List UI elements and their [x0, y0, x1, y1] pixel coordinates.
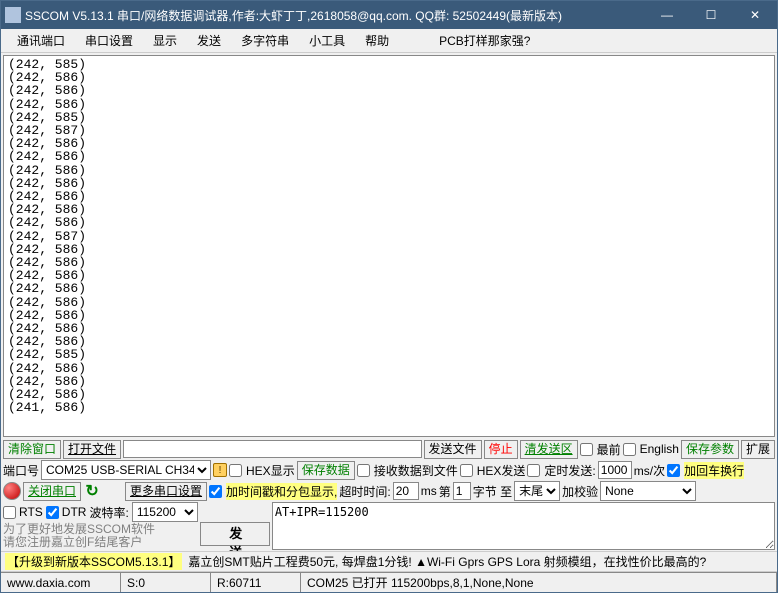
status-site[interactable]: www.daxia.com [1, 573, 121, 592]
rts-checkbox[interactable] [3, 506, 16, 519]
interval-input[interactable] [598, 461, 632, 479]
topmost-checkbox[interactable] [580, 443, 593, 456]
topmost-label: 最前 [597, 441, 621, 458]
timeout-input[interactable] [393, 482, 419, 500]
port-label: 端口号 [3, 462, 39, 479]
more-settings-button[interactable]: 更多串口设置 [125, 482, 207, 501]
refresh-icon[interactable]: ↻ [83, 482, 101, 500]
promo-ad-text: 嘉立创SMT贴片工程费50元, 每焊盘1分钱! ▲Wi-Fi Gprs GPS … [188, 553, 706, 570]
status-conn: COM25 已打开 115200bps,8,1,None,None [301, 573, 777, 592]
stop-button[interactable]: 停止 [484, 440, 518, 459]
menu-comm-port[interactable]: 通讯端口 [7, 30, 75, 51]
titlebar: SSCOM V5.13.1 串口/网络数据调试器,作者:大虾丁丁,2618058… [1, 1, 777, 29]
menu-pcb-ad[interactable]: PCB打样那家强? [429, 30, 540, 51]
timed-send-label: 定时发送: [544, 462, 595, 479]
baud-select[interactable]: 115200 [132, 502, 198, 522]
timeout-unit: ms [421, 484, 437, 498]
port-select[interactable]: COM25 USB-SERIAL CH340 [41, 460, 211, 480]
dtr-label: DTR [62, 505, 87, 519]
english-checkbox[interactable] [623, 443, 636, 456]
interval-unit: ms/次 [634, 462, 665, 479]
send-button[interactable]: 发 送 [200, 522, 270, 546]
output-text: (242, 585) (242, 586) (242, 586) (242, 5… [8, 57, 86, 415]
send-file-button[interactable]: 发送文件 [424, 440, 482, 459]
menu-help[interactable]: 帮助 [355, 30, 399, 51]
check-label: 加校验 [562, 483, 598, 500]
timeout-label: 超时时间: [339, 483, 390, 500]
crlf-checkbox[interactable] [667, 464, 680, 477]
menu-port-settings[interactable]: 串口设置 [75, 30, 143, 51]
clear-send-button[interactable]: 清发送区 [520, 440, 578, 459]
end-select[interactable]: 末尾 [514, 481, 560, 501]
command-input[interactable] [272, 502, 775, 550]
output-area[interactable]: (242, 585) (242, 586) (242, 586) (242, 5… [3, 55, 775, 437]
menubar: 通讯端口 串口设置 显示 发送 多字符串 小工具 帮助 PCB打样那家强? [1, 29, 777, 53]
save-data-button[interactable]: 保存数据 [297, 461, 355, 480]
baud-label: 波特率: [89, 504, 128, 521]
maximize-button[interactable]: ☐ [689, 1, 733, 29]
status-recv: R:60711 [211, 573, 301, 592]
window-title: SSCOM V5.13.1 串口/网络数据调试器,作者:大虾丁丁,2618058… [25, 7, 645, 24]
warn-icon: ! [213, 463, 227, 477]
timestamp-label: 加时间戳和分包显示, [226, 483, 337, 500]
check-select[interactable]: None [600, 481, 696, 501]
hex-show-label: HEX显示 [246, 462, 295, 479]
file-path-input[interactable] [123, 440, 422, 458]
promo-text-2: 请您注册嘉立创F结尾客户 [3, 536, 198, 549]
nth-unit: 字节 至 [473, 483, 512, 500]
nth-label: 第 [439, 483, 451, 500]
app-icon [5, 7, 21, 23]
nth-input[interactable] [453, 482, 471, 500]
upgrade-tag[interactable]: 【升级到新版本SSCOM5.13.1】 [5, 553, 182, 570]
hex-show-checkbox[interactable] [229, 464, 242, 477]
menu-tools[interactable]: 小工具 [299, 30, 355, 51]
menu-multi-string[interactable]: 多字符串 [231, 30, 299, 51]
close-button[interactable]: ✕ [733, 1, 777, 29]
status-sent: S:0 [121, 573, 211, 592]
extend-button[interactable]: 扩展 [741, 440, 775, 459]
promo-bar: 【升级到新版本SSCOM5.13.1】 嘉立创SMT贴片工程费50元, 每焊盘1… [1, 551, 777, 572]
rts-label: RTS [19, 505, 43, 519]
crlf-label: 加回车换行 [684, 462, 744, 479]
dtr-checkbox[interactable] [46, 506, 59, 519]
open-file-button[interactable]: 打开文件 [63, 440, 121, 459]
hex-send-label: HEX发送 [477, 462, 526, 479]
menu-display[interactable]: 显示 [143, 30, 187, 51]
status-indicator-icon [3, 482, 21, 500]
save-params-button[interactable]: 保存参数 [681, 440, 739, 459]
minimize-button[interactable]: — [645, 1, 689, 29]
timestamp-checkbox[interactable] [209, 485, 222, 498]
close-port-button[interactable]: 关闭串口 [23, 482, 81, 501]
recv-file-checkbox[interactable] [357, 464, 370, 477]
timed-send-checkbox[interactable] [527, 464, 540, 477]
clear-window-button[interactable]: 清除窗口 [3, 440, 61, 459]
statusbar: www.daxia.com S:0 R:60711 COM25 已打开 1152… [1, 572, 777, 592]
menu-send[interactable]: 发送 [187, 30, 231, 51]
english-label: English [640, 442, 679, 456]
recv-file-label: 接收数据到文件 [374, 462, 458, 479]
hex-send-checkbox[interactable] [460, 464, 473, 477]
